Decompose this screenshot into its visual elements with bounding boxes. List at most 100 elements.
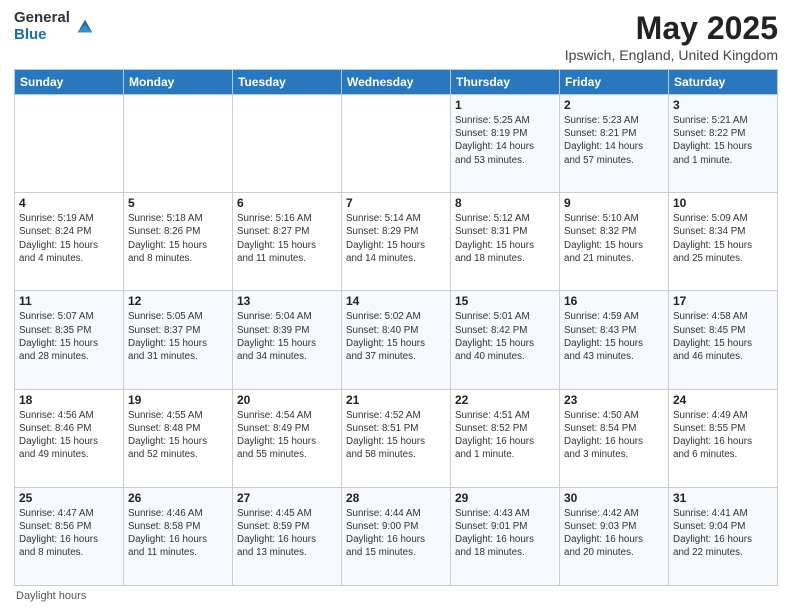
day-number: 13 bbox=[237, 294, 337, 308]
day-info: Sunrise: 4:42 AM Sunset: 9:03 PM Dayligh… bbox=[564, 507, 664, 560]
calendar-cell: 22 Sunrise: 4:51 AM Sunset: 8:52 PM Dayli… bbox=[451, 389, 560, 487]
weekday-header-sunday: Sunday bbox=[15, 70, 124, 95]
calendar-header: SundayMondayTuesdayWednesdayThursdayFrid… bbox=[15, 70, 778, 95]
calendar-cell: 25Sunrise: 4:47 AM Sunset: 8:56 PM Dayli… bbox=[15, 487, 124, 585]
day-info: Sunrise: 4:41 AM Sunset: 9:04 PM Dayligh… bbox=[673, 507, 773, 560]
calendar-cell: 14Sunrise: 5:02 AM Sunset: 8:40 PM Dayli… bbox=[342, 291, 451, 389]
calendar-cell: 7Sunrise: 5:14 AM Sunset: 8:29 PM Daylig… bbox=[342, 193, 451, 291]
calendar-cell: 19Sunrise: 4:55 AM Sunset: 8:48 PM Dayli… bbox=[124, 389, 233, 487]
calendar-cell: 26Sunrise: 4:46 AM Sunset: 8:58 PM Dayli… bbox=[124, 487, 233, 585]
subtitle: Ipswich, England, United Kingdom bbox=[565, 47, 778, 63]
calendar-cell: 8 Sunrise: 5:12 AM Sunset: 8:31 PM Daylig… bbox=[451, 193, 560, 291]
calendar-cell: 2 Sunrise: 5:23 AM Sunset: 8:21 PM Daylig… bbox=[560, 95, 669, 193]
day-info: Sunrise: 5:19 AM Sunset: 8:24 PM Dayligh… bbox=[19, 212, 119, 265]
day-info: Sunrise: 5:09 AM Sunset: 8:34 PM Dayligh… bbox=[673, 212, 773, 265]
footer: Daylight hours bbox=[14, 590, 778, 602]
day-info: Sunrise: 5:02 AM Sunset: 8:40 PM Dayligh… bbox=[346, 310, 446, 363]
day-number: 1 bbox=[455, 98, 555, 112]
day-info: Sunrise: 5:25 AM Sunset: 8:19 PM Dayligh… bbox=[455, 114, 555, 167]
calendar-cell: 31Sunrise: 4:41 AM Sunset: 9:04 PM Dayli… bbox=[669, 487, 778, 585]
calendar-week-2: 4Sunrise: 5:19 AM Sunset: 8:24 PM Daylig… bbox=[15, 193, 778, 291]
weekday-header-monday: Monday bbox=[124, 70, 233, 95]
logo: General Blue bbox=[14, 10, 96, 43]
day-info: Sunrise: 4:46 AM Sunset: 8:58 PM Dayligh… bbox=[128, 507, 228, 560]
calendar-cell: 11 Sunrise: 5:07 AM Sunset: 8:35 PM Dayli… bbox=[15, 291, 124, 389]
logo-text: General Blue bbox=[14, 10, 70, 43]
main-title: May 2025 bbox=[565, 10, 778, 47]
day-info: Sunrise: 5:07 AM Sunset: 8:35 PM Dayligh… bbox=[19, 310, 119, 363]
day-number: 12 bbox=[128, 294, 228, 308]
day-info: Sunrise: 5:21 AM Sunset: 8:22 PM Dayligh… bbox=[673, 114, 773, 167]
calendar-cell bbox=[233, 95, 342, 193]
calendar-cell: 20 Sunrise: 4:54 AM Sunset: 8:49 PM Dayli… bbox=[233, 389, 342, 487]
calendar-week-1: 1 Sunrise: 5:25 AM Sunset: 8:19 PM Daylig… bbox=[15, 95, 778, 193]
day-number: 25 bbox=[19, 491, 119, 505]
day-info: Sunrise: 4:51 AM Sunset: 8:52 PM Dayligh… bbox=[455, 409, 555, 462]
title-block: May 2025 Ipswich, England, United Kingdo… bbox=[565, 10, 778, 63]
weekday-header-tuesday: Tuesday bbox=[233, 70, 342, 95]
day-info: Sunrise: 4:58 AM Sunset: 8:45 PM Dayligh… bbox=[673, 310, 773, 363]
weekday-row: SundayMondayTuesdayWednesdayThursdayFrid… bbox=[15, 70, 778, 95]
day-info: Sunrise: 4:45 AM Sunset: 8:59 PM Dayligh… bbox=[237, 507, 337, 560]
calendar-cell: 1 Sunrise: 5:25 AM Sunset: 8:19 PM Daylig… bbox=[451, 95, 560, 193]
calendar-cell: 17Sunrise: 4:58 AM Sunset: 8:45 PM Dayli… bbox=[669, 291, 778, 389]
calendar-cell bbox=[342, 95, 451, 193]
weekday-header-saturday: Saturday bbox=[669, 70, 778, 95]
day-number: 19 bbox=[128, 393, 228, 407]
day-number: 20 bbox=[237, 393, 337, 407]
day-info: Sunrise: 5:04 AM Sunset: 8:39 PM Dayligh… bbox=[237, 310, 337, 363]
calendar-cell: 6Sunrise: 5:16 AM Sunset: 8:27 PM Daylig… bbox=[233, 193, 342, 291]
day-info: Sunrise: 5:12 AM Sunset: 8:31 PM Dayligh… bbox=[455, 212, 555, 265]
calendar-body: 1 Sunrise: 5:25 AM Sunset: 8:19 PM Daylig… bbox=[15, 95, 778, 586]
day-number: 28 bbox=[346, 491, 446, 505]
logo-general: General bbox=[14, 10, 70, 27]
weekday-header-thursday: Thursday bbox=[451, 70, 560, 95]
day-info: Sunrise: 5:23 AM Sunset: 8:21 PM Dayligh… bbox=[564, 114, 664, 167]
day-info: Sunrise: 4:52 AM Sunset: 8:51 PM Dayligh… bbox=[346, 409, 446, 462]
day-info: Sunrise: 5:14 AM Sunset: 8:29 PM Dayligh… bbox=[346, 212, 446, 265]
calendar-cell: 28 Sunrise: 4:44 AM Sunset: 9:00 PM Dayli… bbox=[342, 487, 451, 585]
logo-icon bbox=[74, 16, 96, 38]
day-number: 15 bbox=[455, 294, 555, 308]
weekday-header-wednesday: Wednesday bbox=[342, 70, 451, 95]
calendar-cell: 3 Sunrise: 5:21 AM Sunset: 8:22 PM Daylig… bbox=[669, 95, 778, 193]
calendar-cell: 23Sunrise: 4:50 AM Sunset: 8:54 PM Dayli… bbox=[560, 389, 669, 487]
day-number: 22 bbox=[455, 393, 555, 407]
day-number: 2 bbox=[564, 98, 664, 112]
day-info: Sunrise: 5:10 AM Sunset: 8:32 PM Dayligh… bbox=[564, 212, 664, 265]
day-info: Sunrise: 5:05 AM Sunset: 8:37 PM Dayligh… bbox=[128, 310, 228, 363]
calendar-week-3: 11 Sunrise: 5:07 AM Sunset: 8:35 PM Dayli… bbox=[15, 291, 778, 389]
day-info: Sunrise: 4:49 AM Sunset: 8:55 PM Dayligh… bbox=[673, 409, 773, 462]
day-info: Sunrise: 4:44 AM Sunset: 9:00 PM Dayligh… bbox=[346, 507, 446, 560]
logo-blue: Blue bbox=[14, 27, 70, 44]
day-info: Sunrise: 4:56 AM Sunset: 8:46 PM Dayligh… bbox=[19, 409, 119, 462]
calendar-cell bbox=[15, 95, 124, 193]
calendar-cell: 30Sunrise: 4:42 AM Sunset: 9:03 PM Dayli… bbox=[560, 487, 669, 585]
day-number: 10 bbox=[673, 196, 773, 210]
day-number: 24 bbox=[673, 393, 773, 407]
calendar-cell: 15Sunrise: 5:01 AM Sunset: 8:42 PM Dayli… bbox=[451, 291, 560, 389]
calendar-cell: 21 Sunrise: 4:52 AM Sunset: 8:51 PM Dayli… bbox=[342, 389, 451, 487]
day-info: Sunrise: 4:50 AM Sunset: 8:54 PM Dayligh… bbox=[564, 409, 664, 462]
calendar-cell: 10 Sunrise: 5:09 AM Sunset: 8:34 PM Dayli… bbox=[669, 193, 778, 291]
header: General Blue May 2025 Ipswich, England, … bbox=[14, 10, 778, 63]
calendar-cell: 18 Sunrise: 4:56 AM Sunset: 8:46 PM Dayli… bbox=[15, 389, 124, 487]
day-number: 3 bbox=[673, 98, 773, 112]
calendar-cell: 4Sunrise: 5:19 AM Sunset: 8:24 PM Daylig… bbox=[15, 193, 124, 291]
calendar-cell: 16Sunrise: 4:59 AM Sunset: 8:43 PM Dayli… bbox=[560, 291, 669, 389]
day-number: 18 bbox=[19, 393, 119, 407]
day-info: Sunrise: 4:43 AM Sunset: 9:01 PM Dayligh… bbox=[455, 507, 555, 560]
day-info: Sunrise: 4:54 AM Sunset: 8:49 PM Dayligh… bbox=[237, 409, 337, 462]
day-number: 27 bbox=[237, 491, 337, 505]
calendar-cell: 5Sunrise: 5:18 AM Sunset: 8:26 PM Daylig… bbox=[124, 193, 233, 291]
day-number: 8 bbox=[455, 196, 555, 210]
day-number: 21 bbox=[346, 393, 446, 407]
day-info: Sunrise: 4:59 AM Sunset: 8:43 PM Dayligh… bbox=[564, 310, 664, 363]
calendar-cell: 9 Sunrise: 5:10 AM Sunset: 8:32 PM Daylig… bbox=[560, 193, 669, 291]
calendar-cell: 24 Sunrise: 4:49 AM Sunset: 8:55 PM Dayli… bbox=[669, 389, 778, 487]
day-number: 11 bbox=[19, 294, 119, 308]
calendar-cell bbox=[124, 95, 233, 193]
calendar-week-5: 25Sunrise: 4:47 AM Sunset: 8:56 PM Dayli… bbox=[15, 487, 778, 585]
calendar-cell: 13 Sunrise: 5:04 AM Sunset: 8:39 PM Dayli… bbox=[233, 291, 342, 389]
day-number: 9 bbox=[564, 196, 664, 210]
